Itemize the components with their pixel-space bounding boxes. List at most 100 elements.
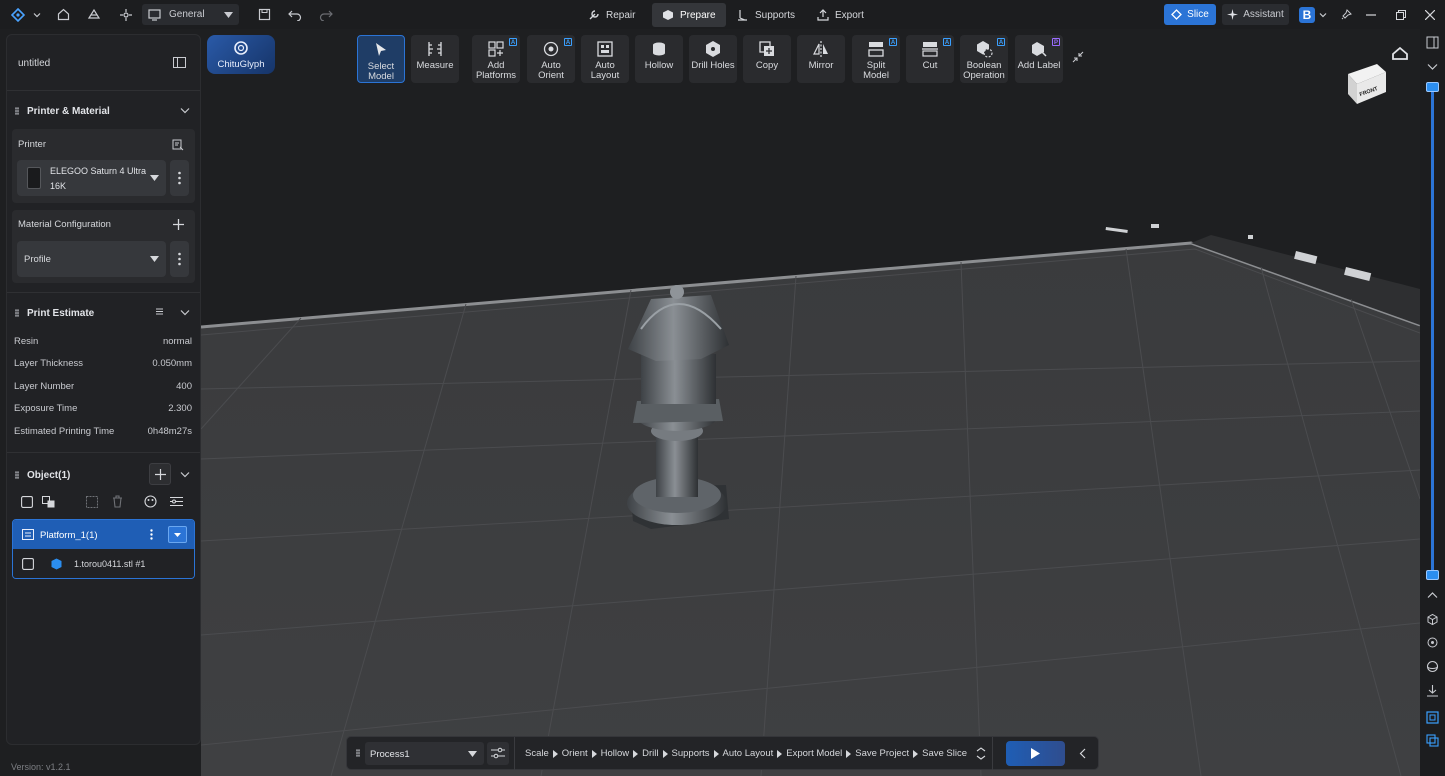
resin-button[interactable]	[86, 4, 102, 25]
ground-icon[interactable]	[1426, 684, 1439, 697]
layers-panel-icon[interactable]	[1426, 36, 1439, 49]
tool-auto-layout[interactable]: Auto Layout	[581, 35, 629, 83]
brand-menu[interactable]: B	[1298, 4, 1328, 25]
step-drill[interactable]: Drill	[642, 748, 658, 759]
drag-handle-icon[interactable]	[15, 471, 19, 479]
group-icon[interactable]	[42, 496, 55, 508]
drag-handle-icon[interactable]	[15, 309, 19, 317]
process-select[interactable]: Process1	[365, 742, 484, 765]
process-settings-button[interactable]	[487, 742, 509, 765]
perspective-icon[interactable]	[1426, 711, 1439, 724]
chevron-down-icon[interactable]	[180, 107, 190, 114]
close-button[interactable]	[1423, 4, 1437, 25]
save-button[interactable]	[256, 4, 272, 25]
home-button[interactable]	[55, 4, 71, 25]
expand-vertical-icon[interactable]	[976, 747, 986, 760]
slice-button[interactable]: Slice	[1164, 4, 1216, 25]
select-all-checkbox[interactable]	[21, 496, 33, 508]
step-auto-layout[interactable]: Auto Layout	[723, 748, 774, 759]
profile-select[interactable]: Profile	[17, 241, 166, 277]
trash-icon[interactable]	[112, 495, 123, 508]
ungroup-icon[interactable]	[86, 496, 98, 508]
printer-more-button[interactable]	[170, 160, 189, 196]
workspace-select[interactable]: General	[142, 4, 239, 25]
network-button[interactable]	[118, 4, 134, 25]
restore-button[interactable]	[1394, 4, 1408, 25]
tool-drill-holes[interactable]: Drill Holes	[689, 35, 737, 83]
sphere-icon[interactable]	[1426, 660, 1439, 673]
platform-expand-button[interactable]	[168, 526, 187, 543]
orient-icon	[543, 41, 559, 57]
tab-supports[interactable]: Supports	[727, 3, 805, 27]
model-checkbox[interactable]	[22, 558, 34, 570]
tool-hollow[interactable]: Hollow	[635, 35, 683, 83]
profile-more-button[interactable]	[170, 241, 189, 277]
tool-measure[interactable]: Measure	[411, 35, 459, 83]
add-object-button[interactable]	[149, 463, 171, 485]
chevron-down-icon[interactable]	[180, 309, 190, 316]
app-logo-menu[interactable]	[8, 4, 44, 25]
step-orient[interactable]: Orient	[562, 748, 588, 759]
step-hollow[interactable]: Hollow	[601, 748, 630, 759]
tool-select-model[interactable]: Select Model	[357, 35, 405, 83]
chituglyph-button[interactable]: ChituGlyph	[207, 35, 275, 74]
tool-boolean-operation[interactable]: A Boolean Operation	[960, 35, 1008, 83]
model-row[interactable]: 1.torou0411.stl #1	[13, 549, 194, 578]
chevron-down-icon[interactable]	[180, 471, 190, 478]
divider	[7, 452, 200, 453]
platform-row[interactable]: Platform_1(1)	[13, 520, 194, 549]
printer-card: Printer ELEGOO Saturn 4 Ultra 16K	[12, 129, 195, 203]
drag-handle-icon[interactable]	[356, 749, 360, 757]
target-icon[interactable]	[1426, 636, 1439, 649]
layer-slider-bottom-handle[interactable]	[1426, 570, 1439, 580]
transparent-icon[interactable]	[1426, 734, 1439, 747]
printer-name-line1: ELEGOO Saturn 4 Ultra	[50, 166, 147, 176]
add-material-icon[interactable]	[173, 219, 184, 230]
chevron-up-icon[interactable]	[1426, 589, 1439, 602]
printer-select[interactable]: ELEGOO Saturn 4 Ultra 16K	[17, 160, 166, 196]
tab-prepare-label: Prepare	[680, 9, 716, 21]
tool-cut[interactable]: A Cut	[906, 35, 954, 83]
tool-copy[interactable]: Copy	[743, 35, 791, 83]
undo-button[interactable]	[287, 4, 303, 25]
3d-viewport[interactable]: FRONT	[201, 29, 1420, 776]
minimize-icon	[1366, 13, 1376, 16]
step-save-slice[interactable]: Save Slice	[922, 748, 967, 759]
step-supports[interactable]: Supports	[672, 748, 710, 759]
tab-export[interactable]: Export	[807, 3, 874, 27]
slice-label: Slice	[1187, 9, 1209, 20]
tab-prepare[interactable]: Prepare	[652, 3, 726, 27]
collapse-toolbar-button[interactable]	[1071, 50, 1085, 64]
step-scale[interactable]: Scale	[525, 748, 549, 759]
divider	[992, 737, 993, 770]
version-label: Version: v1.2.1	[11, 762, 71, 772]
tool-mirror[interactable]: Mirror	[797, 35, 845, 83]
pin-button[interactable]	[1339, 4, 1353, 25]
tool-add-label[interactable]: P Add Label	[1015, 35, 1063, 83]
filter-icon[interactable]	[170, 496, 183, 507]
layer-slider-track[interactable]	[1431, 88, 1434, 575]
chevron-left-icon[interactable]	[1079, 748, 1086, 759]
tool-auto-orient[interactable]: A Auto Orient	[527, 35, 575, 83]
printer-settings-icon[interactable]	[172, 139, 184, 151]
step-export-model[interactable]: Export Model	[786, 748, 842, 759]
tool-split-model[interactable]: A Split Model	[852, 35, 900, 83]
drag-handle-icon[interactable]	[15, 107, 19, 115]
arrow-right-icon	[552, 749, 558, 758]
cube-view-icon[interactable]	[1426, 613, 1439, 626]
run-workflow-button[interactable]	[1006, 741, 1065, 766]
chevron-down-icon[interactable]	[1426, 60, 1439, 73]
palette-icon[interactable]	[144, 495, 157, 508]
panel-toggle-icon[interactable]	[173, 57, 186, 68]
step-save-project[interactable]: Save Project	[855, 748, 909, 759]
monitor-icon	[148, 8, 161, 21]
more-vertical-icon[interactable]	[150, 529, 153, 540]
assistant-button[interactable]: Assistant	[1222, 4, 1289, 25]
minimize-button[interactable]	[1364, 4, 1378, 25]
redo-button[interactable]	[318, 4, 334, 25]
tool-add-platforms[interactable]: A Add Platforms	[472, 35, 520, 83]
list-icon[interactable]	[156, 308, 163, 315]
tab-repair[interactable]: Repair	[578, 3, 645, 27]
tool-add-label-label1: Add Label	[1017, 60, 1061, 71]
layer-slider-top-handle[interactable]	[1426, 82, 1439, 92]
